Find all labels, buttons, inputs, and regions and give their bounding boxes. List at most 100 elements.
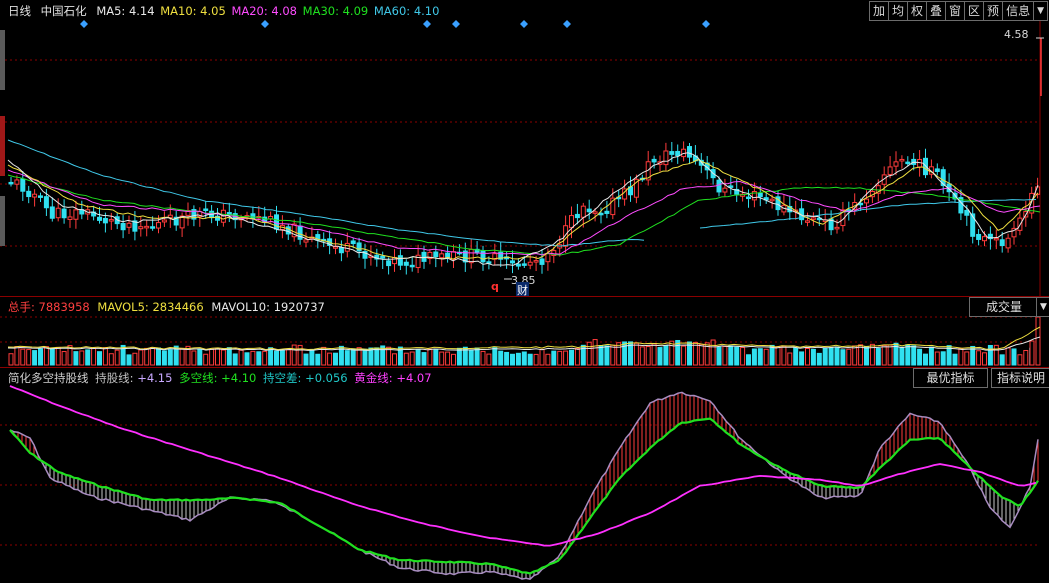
volume-bar [539, 348, 545, 366]
volume-bar [787, 352, 793, 366]
volume-bar [993, 344, 999, 366]
volume-bar [899, 346, 905, 366]
volume-bar [810, 348, 816, 366]
volume-bar [498, 350, 504, 366]
volume-bar [852, 345, 858, 366]
price-legend: 日线 中国石化 MA5: 4.14 MA10: 4.05 MA20: 4.08 … [8, 3, 441, 19]
volume-bar [291, 344, 297, 366]
range-button[interactable]: 区 [964, 1, 985, 21]
volume-bar [203, 353, 209, 366]
indicator-panel[interactable]: 简化多空持股线 持股线: +4.15 多空线: +4.10 持空差: +0.05… [0, 368, 1049, 583]
indicator-explain-button[interactable]: 指标说明 [991, 368, 1049, 388]
q-badge[interactable]: q [491, 280, 499, 293]
add-button[interactable]: 加 [868, 1, 889, 21]
volume-panel[interactable]: 总手: 7883958 MAVOL5: 2834466 MAVOL10: 192… [0, 297, 1049, 367]
panel-divider [0, 296, 1049, 297]
volume-bar [97, 351, 102, 366]
volume-legend: 总手: 7883958 MAVOL5: 2834466 MAVOL10: 192… [8, 299, 329, 315]
candle-body [138, 226, 144, 230]
hold-diff-value: +0.056 [305, 371, 348, 385]
volume-bar [681, 345, 687, 366]
volume-bar [551, 350, 557, 366]
candle-body [864, 198, 869, 204]
hold-line-value: +4.15 [137, 371, 173, 385]
candle-body [338, 246, 344, 254]
candle-body [592, 211, 598, 214]
event-diamond-icon [563, 20, 571, 28]
mavol5-value: 2834466 [152, 300, 204, 314]
volume-bar [138, 349, 144, 366]
golden-line-legend: 黄金线: +4.07 [354, 371, 431, 385]
volume-bar [427, 348, 433, 366]
volume-bar [934, 351, 940, 366]
ma30-legend: MA30: 4.09 [303, 4, 372, 18]
volume-bar [456, 347, 462, 366]
indicator-chart[interactable] [0, 368, 1049, 583]
volume-bar [238, 349, 244, 366]
ma20-label: MA20: [231, 4, 268, 18]
volume-bar [333, 352, 338, 366]
volume-indicator-button[interactable]: 成交量 [969, 297, 1039, 317]
candle-body [386, 260, 392, 267]
forecast-button[interactable]: 预 [983, 1, 1004, 21]
candle-body [55, 207, 61, 219]
ma5-line [7, 152, 1039, 266]
window-button[interactable]: 窗 [945, 1, 966, 21]
overlay-button[interactable]: 叠 [926, 1, 947, 21]
candle-body [49, 206, 55, 219]
candle-body [144, 225, 150, 229]
volume-bar [26, 349, 32, 366]
volume-bar [451, 353, 456, 366]
period-label[interactable]: 日线 [8, 4, 31, 18]
volume-bar [663, 345, 669, 366]
left-tab-active[interactable] [0, 116, 5, 176]
volume-bar [982, 352, 987, 366]
volume-bar [362, 348, 368, 366]
price-chart[interactable] [0, 0, 1049, 296]
finance-badge[interactable]: 财 [516, 282, 529, 296]
info-button[interactable]: 信息 [1002, 1, 1035, 21]
volume-bar [344, 350, 350, 366]
volume-bar [61, 351, 67, 366]
volume-bar [515, 352, 521, 366]
volume-bar [220, 349, 226, 366]
candle-body [333, 246, 338, 249]
volume-bar [421, 352, 427, 366]
price-panel[interactable]: 日线 中国石化 MA5: 4.14 MA10: 4.05 MA20: 4.08 … [0, 0, 1049, 296]
volume-bar [887, 344, 893, 366]
volume-dropdown-icon[interactable]: ▼ [1036, 297, 1049, 317]
volume-bar [1035, 316, 1041, 366]
best-indicator-button[interactable]: 最优指标 [913, 368, 988, 388]
indicator-name[interactable]: 简化多空持股线 [8, 371, 89, 385]
volume-bar [156, 347, 161, 366]
average-button[interactable]: 均 [887, 1, 908, 21]
volume-bar [834, 346, 840, 366]
toolbar-dropdown-icon[interactable]: ▼ [1033, 1, 1048, 21]
volume-bar [409, 351, 415, 366]
volume-bar [474, 347, 480, 366]
volume-bar [179, 348, 185, 366]
volume-bar [232, 353, 238, 366]
volume-bar [126, 354, 132, 366]
candle-body [834, 226, 840, 230]
event-diamond-icon [702, 20, 710, 28]
candle-body [993, 237, 999, 241]
candle-body [380, 255, 386, 259]
volume-bar [781, 345, 787, 366]
volume-bar [1023, 349, 1029, 366]
volume-bar [728, 345, 734, 366]
candle-body [527, 261, 533, 266]
volume-bar [285, 349, 291, 366]
volume-bar [574, 348, 580, 366]
volume-bar [91, 347, 97, 366]
candle-body [687, 146, 692, 158]
event-diamond-icon [452, 20, 460, 28]
ma10-value: 4.05 [200, 4, 226, 18]
left-tab[interactable] [0, 30, 5, 90]
volume-bar [769, 344, 775, 366]
volume-bar [716, 346, 722, 366]
hold-diff-legend: 持空差: +0.056 [263, 371, 351, 385]
left-tab[interactable] [0, 196, 5, 246]
rights-button[interactable]: 权 [906, 1, 927, 21]
volume-bar [521, 351, 527, 366]
